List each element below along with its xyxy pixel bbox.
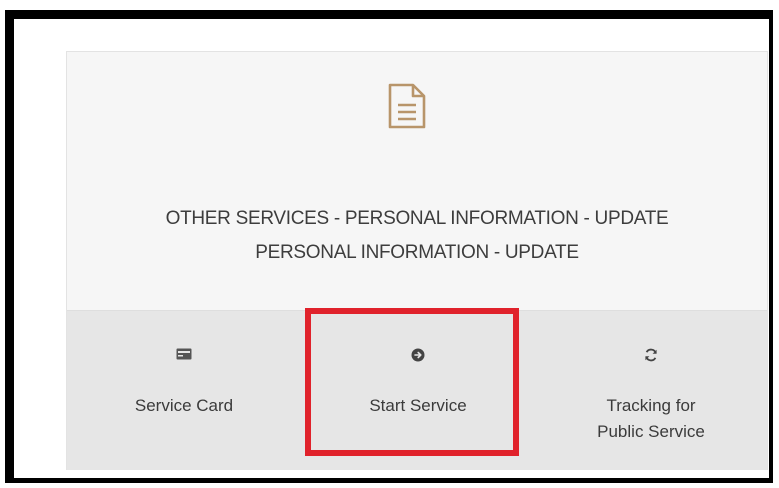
service-title: OTHER SERVICES - PERSONAL INFORMATION - … xyxy=(67,202,767,270)
document-icon xyxy=(388,83,426,129)
tracking-public-service-label: Tracking for Public Service xyxy=(535,393,767,445)
tracking-label-line2: Public Service xyxy=(597,422,705,441)
start-service-highlight-box xyxy=(305,308,519,456)
card-icon xyxy=(176,348,192,360)
service-card-label: Service Card xyxy=(134,396,234,415)
service-card-header: OTHER SERVICES - PERSONAL INFORMATION - … xyxy=(67,52,767,310)
service-title-line2: PERSONAL INFORMATION - UPDATE xyxy=(255,242,579,263)
tracking-label-line1: Tracking for xyxy=(606,396,696,415)
refresh-icon xyxy=(645,348,657,362)
tracking-public-service-button[interactable]: Tracking for Public Service xyxy=(535,311,767,470)
service-title-line1: OTHER SERVICES - PERSONAL INFORMATION - … xyxy=(165,208,669,229)
service-card-button[interactable]: Service Card xyxy=(67,311,301,470)
